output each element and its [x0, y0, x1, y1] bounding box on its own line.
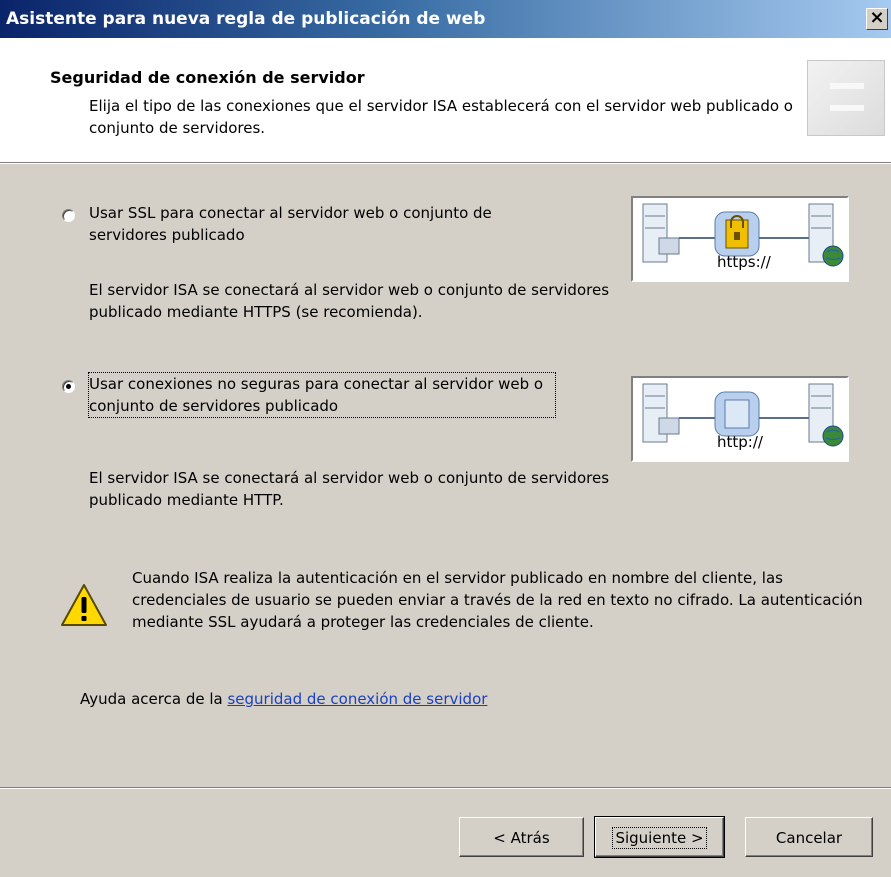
- close-button[interactable]: ×: [866, 8, 888, 30]
- ssl-option-description: El servidor ISA se conectará al servidor…: [89, 281, 610, 321]
- http-radio[interactable]: [62, 380, 75, 393]
- web-server-icon: [808, 203, 844, 267]
- help-link[interactable]: seguridad de conexión de servidor: [227, 690, 487, 708]
- cancel-button[interactable]: Cancelar: [745, 817, 873, 857]
- https-url-label: https://: [717, 253, 771, 271]
- page-title: Seguridad de conexión de servidor: [50, 68, 365, 87]
- web-server-icon: [808, 383, 844, 447]
- back-button[interactable]: < Atrás: [459, 817, 584, 857]
- isa-server-icon: [642, 383, 680, 443]
- https-diagram: https://: [631, 196, 849, 282]
- help-line: Ayuda acerca de la seguridad de conexión…: [80, 690, 487, 708]
- page-description: Elija el tipo de las conexiones que el s…: [89, 97, 793, 137]
- warning-icon: [61, 584, 107, 626]
- ssl-option-label[interactable]: Usar SSL para conectar al servidor web o…: [89, 202, 569, 246]
- next-button-label: Siguiente >: [612, 827, 707, 849]
- footer-separator-highlight: [0, 788, 891, 789]
- wizard-dialog: Asistente para nueva regla de publicació…: [0, 0, 891, 877]
- next-button[interactable]: Siguiente >: [594, 816, 725, 858]
- help-prefix: Ayuda acerca de la: [80, 690, 228, 708]
- header-banner-image: [807, 60, 885, 136]
- lock-icon: [714, 211, 760, 257]
- close-icon: ×: [869, 7, 885, 28]
- blank-icon: [714, 391, 760, 437]
- isa-server-icon: [642, 203, 680, 263]
- warning-text: Cuando ISA realiza la autenticación en e…: [132, 569, 863, 631]
- wizard-header: Seguridad de conexión de servidor Elija …: [0, 38, 891, 163]
- title-bar[interactable]: Asistente para nueva regla de publicació…: [0, 0, 891, 38]
- http-diagram: http://: [631, 376, 849, 462]
- http-url-label: http://: [717, 433, 763, 451]
- http-option-label[interactable]: Usar conexiones no seguras para conectar…: [88, 372, 556, 418]
- http-option-description: El servidor ISA se conectará al servidor…: [89, 469, 610, 509]
- header-separator: [0, 163, 891, 164]
- ssl-radio[interactable]: [62, 209, 75, 222]
- window-title: Asistente para nueva regla de publicació…: [6, 9, 486, 29]
